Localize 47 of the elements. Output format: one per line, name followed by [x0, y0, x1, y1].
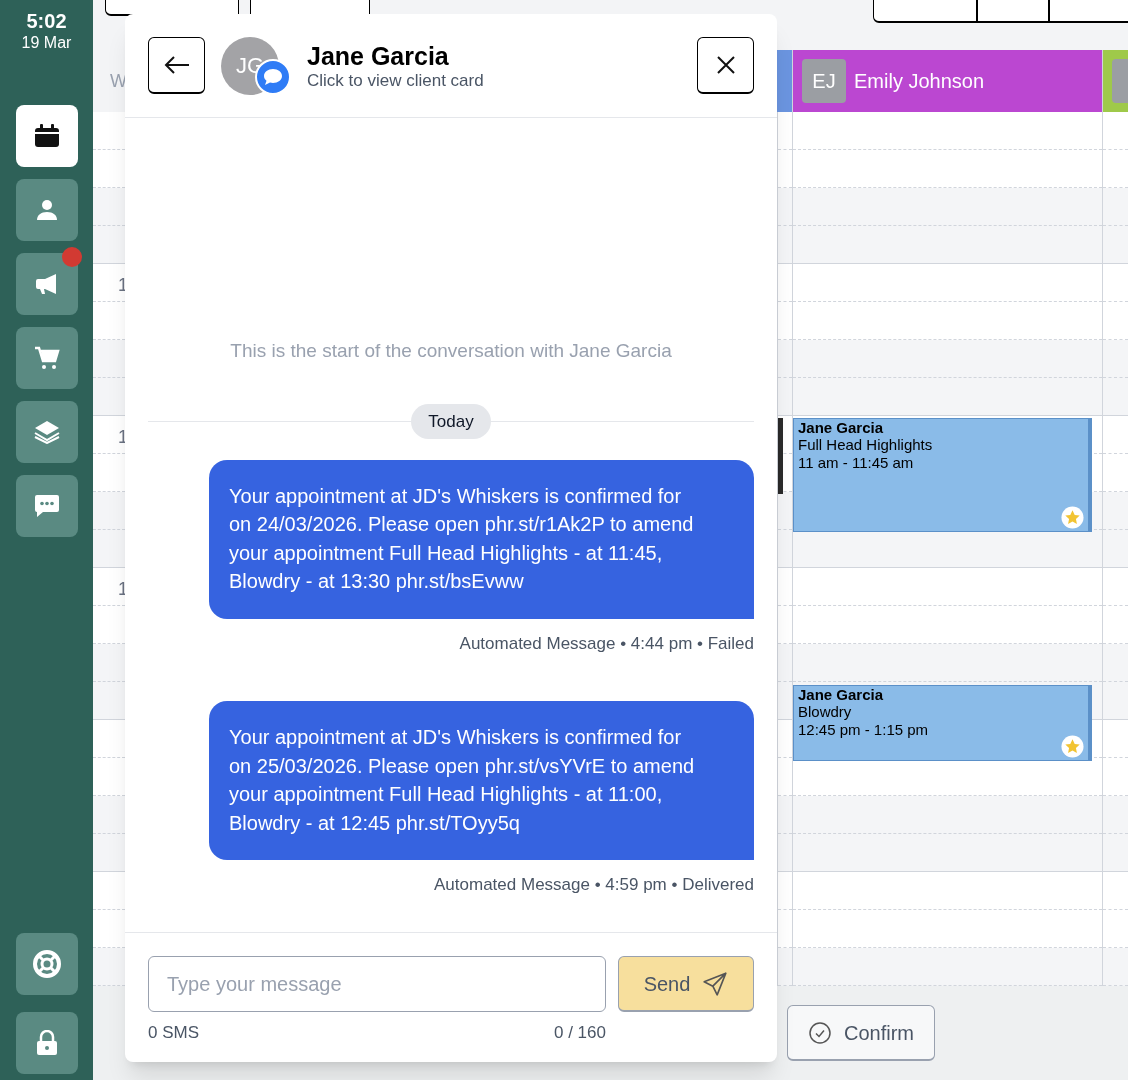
appointment-time: 12:45 pm - 1:15 pm — [798, 721, 930, 738]
lock-icon — [35, 1030, 58, 1056]
service-name: Full Head Highlights — [798, 436, 934, 453]
message-bubble: Your appointment at JD's Whiskers is confirmed for on 25/03/2026. Please open phr.st/vsYVrE to amend your appointment Full Head Highlights - at 11:00, Blowdry - at 12:45 phr.st/TOyy5q — [209, 701, 754, 860]
cart-icon — [33, 346, 60, 370]
appointment-card[interactable]: Jane Garcia Full Head Highlights 11 am - 11:45 am — [793, 418, 1092, 532]
appointment-card[interactable]: Jane Garcia Blowdry 12:45 pm - 1:15 pm — [793, 685, 1092, 761]
sidebar-item[interactable] — [15, 933, 78, 995]
appointment-time: 11 am - 11:45 am — [798, 454, 915, 471]
close-button[interactable] — [697, 37, 754, 94]
message-bubble: Your appointment at JD's Whiskers is confirmed for on 24/03/2026. Please open phr.st/r1Ak2P to amend your appointment Full Head Highlights - at 11:45, Blowdry - at 13:30 phr.st/bsEvww — [209, 459, 754, 619]
sidebar-item[interactable] — [15, 105, 78, 167]
sidebar-item[interactable] — [15, 179, 78, 241]
send-button[interactable]: Send — [618, 956, 754, 1012]
character-count: 0 / 160 — [554, 1022, 606, 1044]
person-icon — [34, 198, 59, 222]
sidebar-item[interactable] — [15, 327, 78, 389]
client-name: Jane Garcia — [798, 419, 885, 436]
clock-date: 19 Mar — [21, 33, 72, 53]
staff-avatar: EJ — [802, 59, 846, 103]
message-input[interactable]: Type your message — [148, 956, 606, 1012]
day-label: Today — [411, 403, 491, 440]
layers-icon — [33, 420, 60, 444]
sidebar-item[interactable] — [15, 1012, 78, 1074]
staff-name: Emily Johnson — [854, 69, 985, 94]
clock-time: 5:02 — [26, 9, 67, 33]
client-card-link[interactable]: Click to view client card — [307, 70, 484, 91]
back-button[interactable] — [148, 37, 205, 94]
service-name: Blowdry — [798, 703, 853, 720]
check-circle-icon — [808, 1020, 832, 1045]
sidebar-item[interactable] — [15, 401, 78, 463]
sidebar-item[interactable] — [15, 475, 78, 537]
message-meta: Automated Message • 4:59 pm • Delivered — [434, 874, 754, 896]
sidebar-item[interactable] — [15, 253, 78, 315]
client-name: Jane Garcia — [798, 686, 885, 703]
calendar-icon — [33, 124, 60, 148]
client-name[interactable]: Jane Garcia — [307, 40, 484, 71]
lifebuoy-icon — [32, 950, 61, 978]
conversation-start-note: This is the start of the conversation with Jane Garcia — [229, 339, 673, 363]
close-icon — [716, 56, 735, 74]
confirm-button[interactable]: Confirm — [787, 1005, 935, 1061]
back-arrow-icon — [163, 55, 190, 75]
staff-column-header[interactable]: EJ Emily Johnson — [792, 50, 1102, 112]
send-icon — [702, 970, 729, 997]
message-meta: Automated Message • 4:44 pm • Failed — [459, 632, 754, 655]
sms-count: 0 SMS — [148, 1022, 200, 1044]
chat-icon — [33, 494, 60, 518]
